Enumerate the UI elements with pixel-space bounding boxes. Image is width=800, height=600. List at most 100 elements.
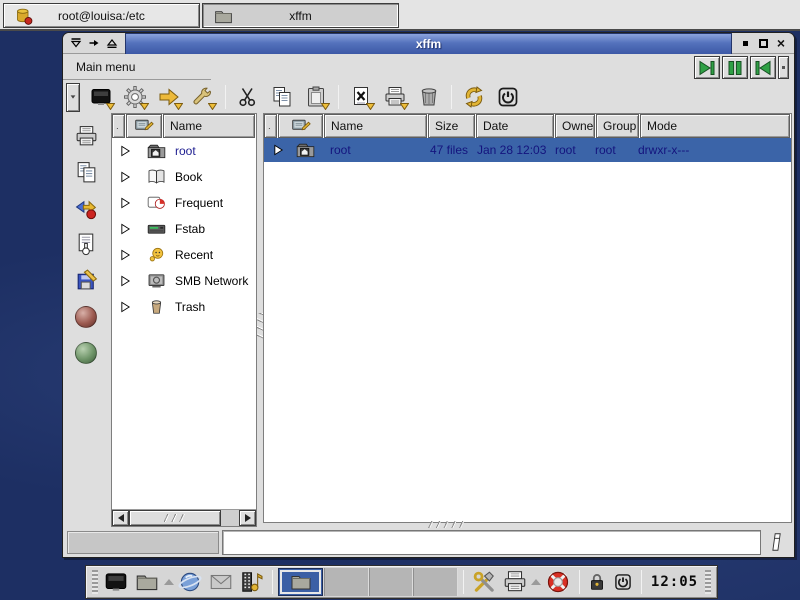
- list-header-group[interactable]: Group: [596, 114, 639, 138]
- side-copy-button[interactable]: [71, 159, 101, 186]
- cell-owner: root: [549, 143, 589, 157]
- tree-header-tick[interactable]: ․: [112, 114, 125, 138]
- list-row-root[interactable]: root 47 files Jan 28 12:03 root root drw…: [264, 138, 791, 162]
- settings-button[interactable]: [118, 82, 152, 112]
- panel-popup-handle[interactable]: [162, 568, 175, 596]
- panel-files-button[interactable]: [132, 568, 163, 596]
- tree-item-fstab[interactable]: Fstab: [112, 216, 256, 242]
- expander-icon[interactable]: [120, 275, 131, 287]
- reload-icon: [462, 85, 486, 109]
- panel-browser-button[interactable]: [175, 568, 206, 596]
- clear-entry-button[interactable]: [764, 529, 790, 555]
- scripts-button[interactable]: [344, 82, 378, 112]
- expander-icon[interactable]: [120, 171, 131, 183]
- list-header-size[interactable]: Size: [428, 114, 475, 138]
- taskbar-button-terminal[interactable]: root@louisa:/etc: [3, 3, 200, 28]
- side-red-sphere-button[interactable]: [71, 303, 101, 330]
- panel-terminal-button[interactable]: [101, 568, 132, 596]
- skip-back-button[interactable]: [750, 56, 776, 79]
- eject-icon[interactable]: [105, 36, 119, 50]
- list-header-mode[interactable]: Mode: [640, 114, 790, 138]
- expander-icon[interactable]: [120, 301, 131, 313]
- skip-forward-icon: [697, 59, 717, 77]
- side-save-button[interactable]: [71, 267, 101, 294]
- panel-multimedia-button[interactable]: [236, 568, 267, 596]
- detach-handle[interactable]: [778, 56, 789, 79]
- panel-settings-button[interactable]: [469, 568, 500, 596]
- tasklist-empty-slot[interactable]: [369, 568, 413, 596]
- side-open-with-button[interactable]: [71, 231, 101, 258]
- trash-button[interactable]: [412, 82, 446, 112]
- new-window-button[interactable]: [84, 82, 118, 112]
- panel-lock-button[interactable]: [585, 568, 611, 596]
- list-header-icon-cell[interactable]: [278, 114, 323, 138]
- list-header-tick[interactable]: ․: [264, 114, 277, 138]
- tasklist-active-window[interactable]: [278, 568, 323, 596]
- close-icon[interactable]: ×: [774, 36, 788, 50]
- panel-help-button[interactable]: [543, 568, 574, 596]
- print-button[interactable]: [378, 82, 412, 112]
- reload-button[interactable]: [457, 82, 491, 112]
- tree-item-root[interactable]: root: [112, 138, 256, 164]
- toolbar-separator: [338, 85, 339, 109]
- tree-item-book[interactable]: Book: [112, 164, 256, 190]
- titlebar-gradient[interactable]: xffm: [125, 33, 732, 54]
- maximize-icon[interactable]: [756, 36, 770, 50]
- tools-button[interactable]: [186, 82, 220, 112]
- expander-icon[interactable]: [120, 249, 131, 261]
- tasklist-empty-slot[interactable]: [324, 568, 368, 596]
- panel-grip[interactable]: [92, 570, 98, 594]
- tree-item-recent[interactable]: Recent: [112, 242, 256, 268]
- titlebar-left-tab: [63, 33, 125, 54]
- list-header-date[interactable]: Date: [476, 114, 554, 138]
- copy-button[interactable]: [265, 82, 299, 112]
- panel-clock[interactable]: 12:05: [647, 574, 702, 590]
- globe-icon: [177, 569, 203, 595]
- trash-icon: [417, 85, 441, 109]
- print-icon: [502, 569, 528, 595]
- tree-item-trash[interactable]: Trash: [112, 294, 256, 320]
- command-entry[interactable]: [222, 530, 761, 555]
- iconify-icon[interactable]: [738, 36, 752, 50]
- down-arrow-icon: [208, 103, 217, 110]
- toolbar-collapse-button[interactable]: [66, 83, 80, 112]
- scroll-right-button[interactable]: [239, 510, 256, 526]
- main-menu[interactable]: Main menu: [63, 54, 211, 80]
- paste-button[interactable]: [299, 82, 333, 112]
- expander-icon[interactable]: [120, 145, 131, 157]
- expander-icon[interactable]: [120, 197, 131, 209]
- task-label: root@louisa:/etc: [58, 9, 145, 23]
- scrollbar-thumb[interactable]: [129, 510, 221, 526]
- panel-mail-button[interactable]: [206, 568, 237, 596]
- panel-grip[interactable]: [705, 570, 711, 594]
- exit-button[interactable]: [491, 82, 525, 112]
- stick-icon[interactable]: [87, 36, 101, 50]
- side-print-button[interactable]: [71, 123, 101, 150]
- expander-icon[interactable]: [264, 144, 286, 156]
- titlebar[interactable]: xffm ×: [63, 33, 794, 54]
- recent-icon: [144, 245, 168, 265]
- scrollbar-track[interactable]: [221, 510, 239, 526]
- panel-quit-button[interactable]: [610, 568, 636, 596]
- pause-button[interactable]: [722, 56, 748, 79]
- panel-print-button[interactable]: [499, 568, 530, 596]
- go-button[interactable]: [152, 82, 186, 112]
- expander-icon[interactable]: [120, 223, 131, 235]
- skip-forward-button[interactable]: [694, 56, 720, 79]
- cut-button[interactable]: [231, 82, 265, 112]
- help-ring-icon: [545, 569, 571, 595]
- copy-files-icon: [74, 160, 99, 185]
- list-header-name[interactable]: Name: [324, 114, 427, 138]
- scroll-left-button[interactable]: [112, 510, 129, 526]
- tree-item-smb-network[interactable]: SMB Network: [112, 268, 256, 294]
- tasklist-empty-slot[interactable]: [413, 568, 457, 596]
- tree-header-name[interactable]: Name: [163, 114, 255, 138]
- side-run-button[interactable]: [71, 195, 101, 222]
- side-green-sphere-button[interactable]: [71, 339, 101, 366]
- list-header-owner[interactable]: Owner: [555, 114, 595, 138]
- tree-header-icon-cell[interactable]: [126, 114, 162, 138]
- panel-popup-handle[interactable]: [530, 568, 543, 596]
- shade-icon[interactable]: [69, 36, 83, 50]
- taskbar-button-xffm[interactable]: xffm: [202, 3, 399, 28]
- tree-item-frequent[interactable]: Frequent: [112, 190, 256, 216]
